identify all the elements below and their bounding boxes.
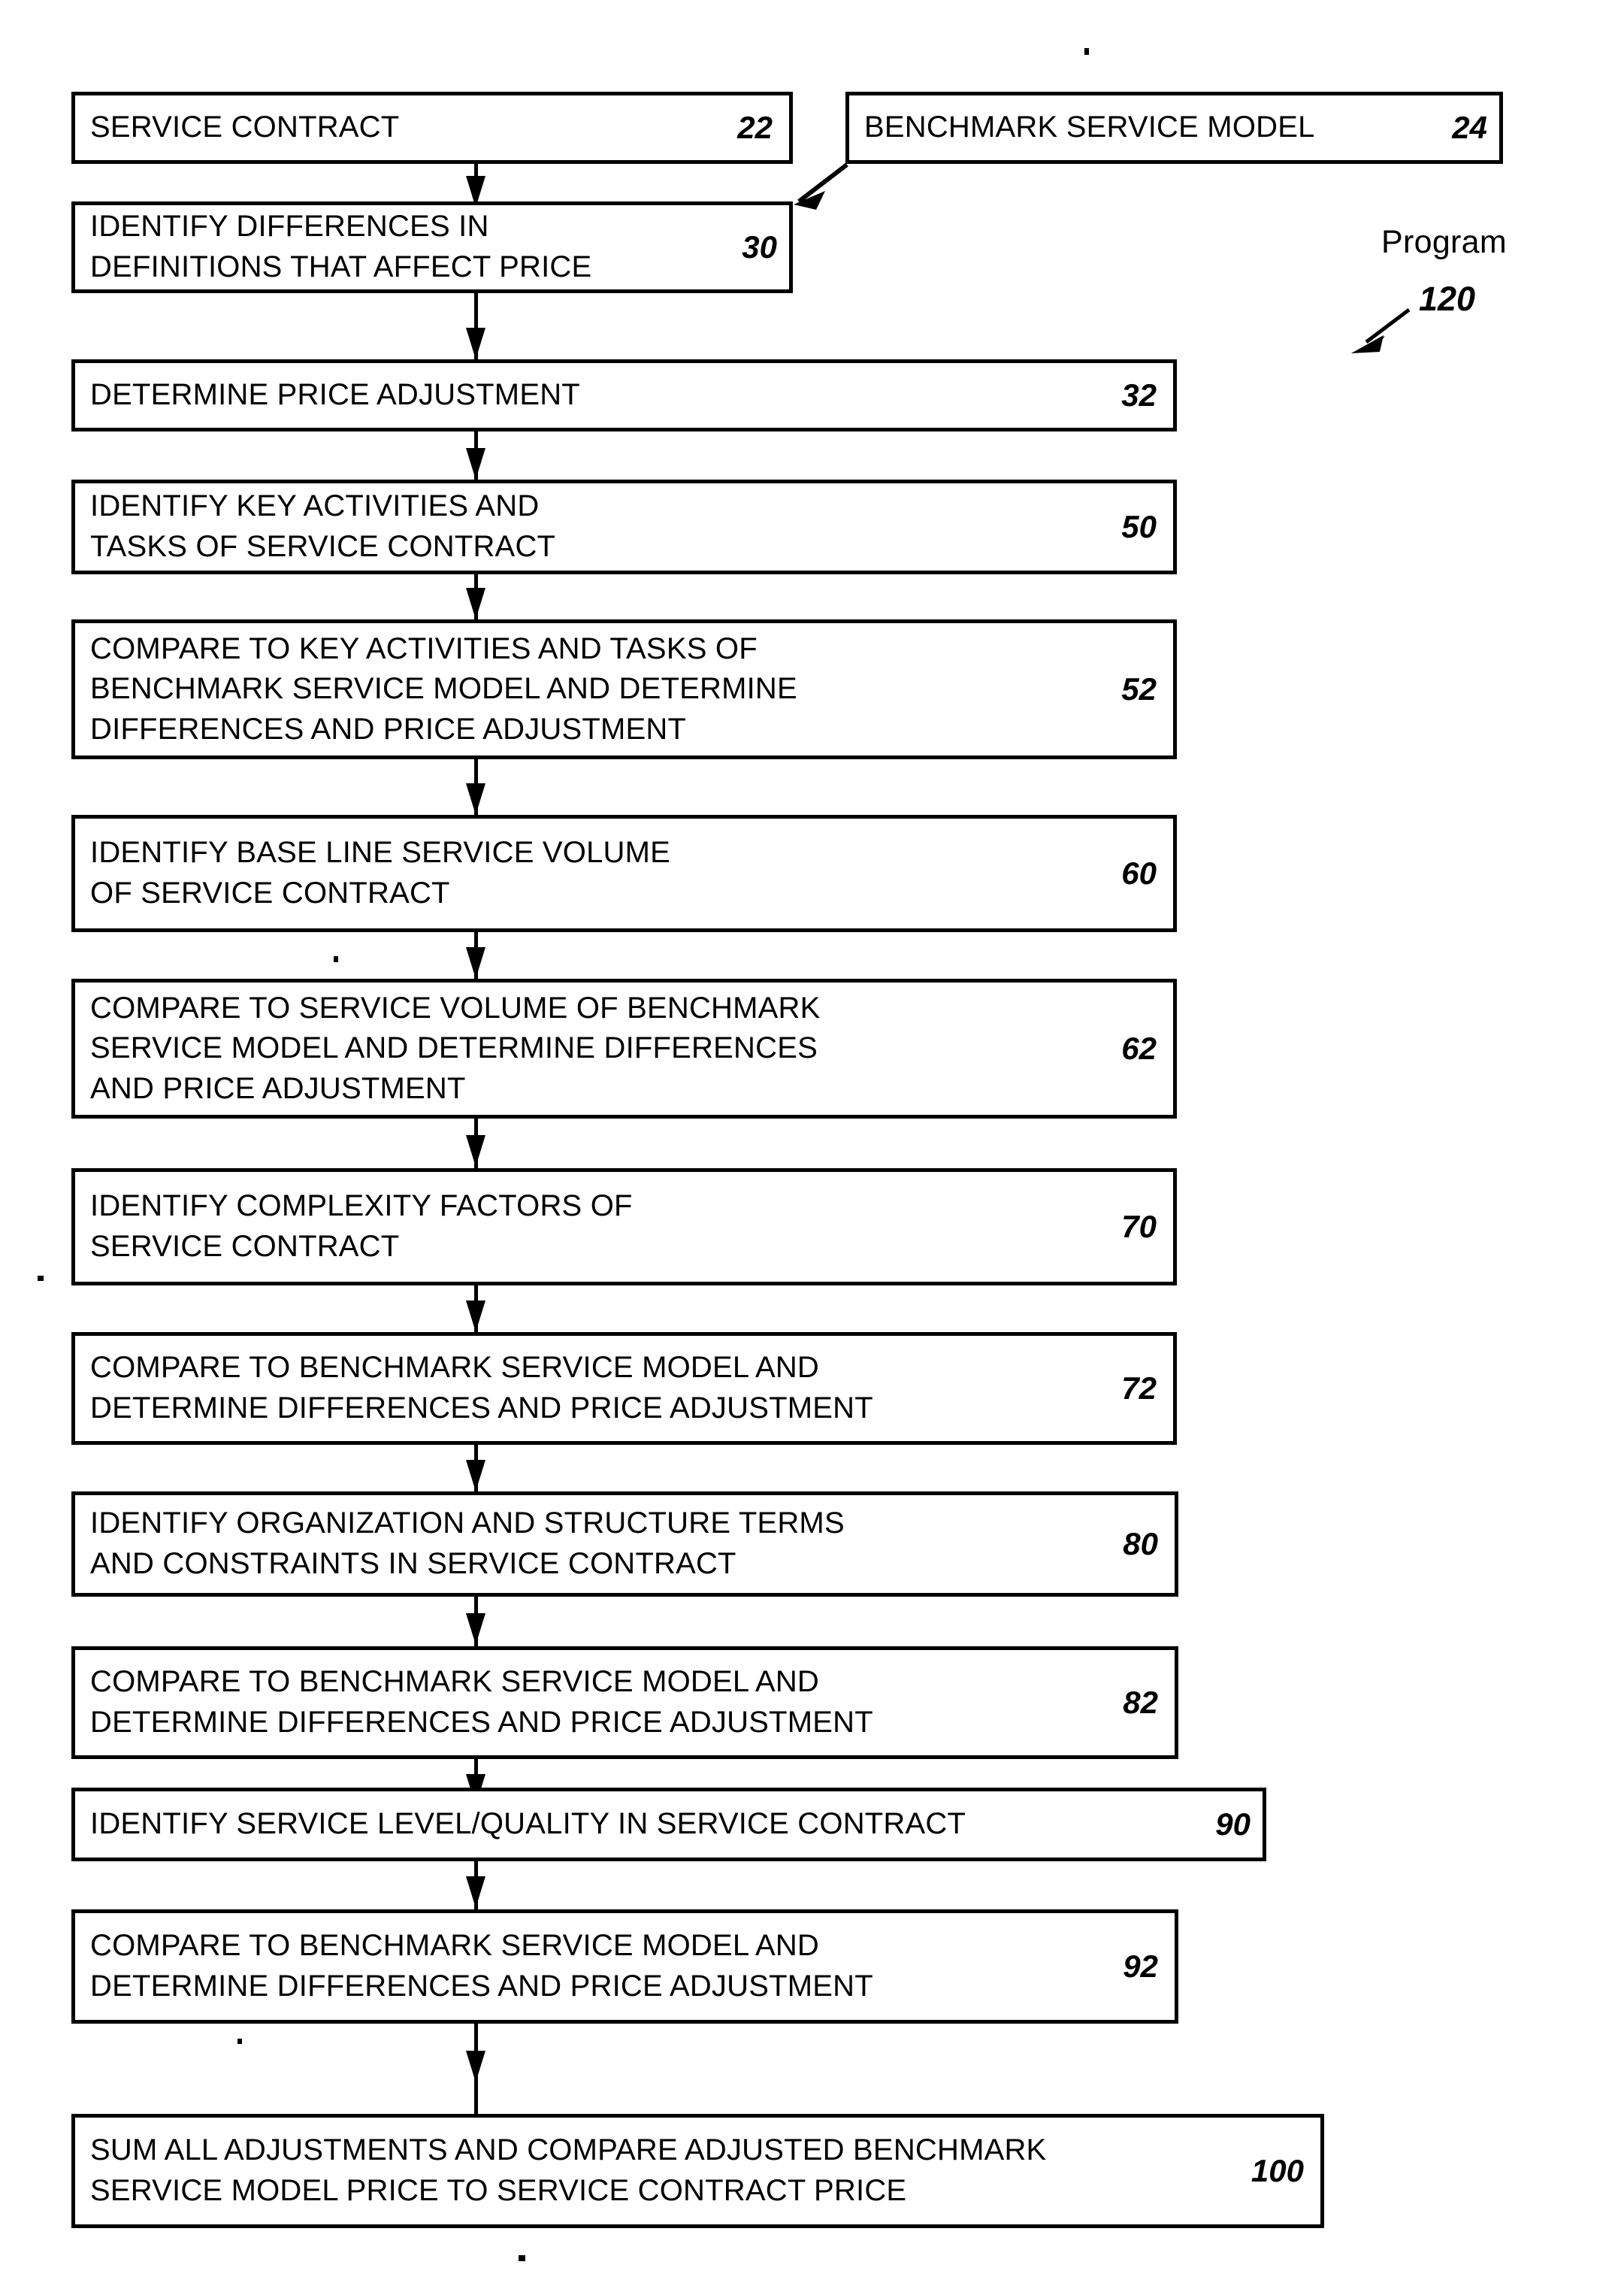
scan-artifact — [1084, 48, 1089, 55]
scan-artifact — [38, 1276, 44, 1281]
scan-artifact — [334, 956, 338, 962]
figure-canvas: SERVICE CONTRACT 22 BENCHMARK SERVICE MO… — [0, 0, 1624, 2283]
scan-artifact — [519, 2255, 525, 2261]
program-callout-arrow — [1351, 308, 1411, 353]
scan-artifact — [237, 2039, 242, 2044]
